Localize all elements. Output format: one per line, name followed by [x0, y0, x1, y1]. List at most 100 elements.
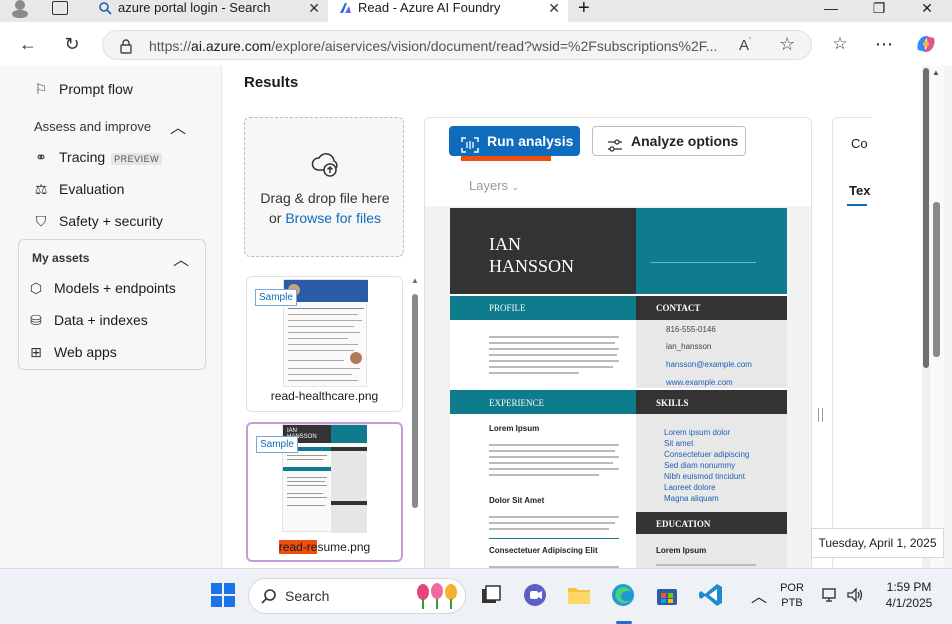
cloud-upload-icon [311, 150, 341, 180]
url-domain: ai.azure.com [191, 38, 272, 54]
favorite-star-icon[interactable]: ☆ [779, 34, 795, 55]
resume-header-teal [636, 208, 787, 294]
scrollbar-thumb[interactable] [412, 294, 418, 508]
close-icon[interactable]: ✕ [308, 0, 320, 16]
contact-website: www.example.com [666, 378, 733, 387]
more-menu-icon[interactable]: ⋯ [870, 30, 898, 58]
scrollbar-thumb[interactable] [923, 68, 929, 368]
windows-start-icon[interactable] [210, 582, 238, 610]
clock-date: 4/1/2025 [885, 596, 933, 610]
analyze-options-label: Analyze options [631, 133, 739, 149]
analysis-panel: Run analysis Analyze options Layers ⌄ IA… [424, 117, 812, 568]
scroll-up-icon[interactable]: ▲ [411, 276, 419, 285]
close-window-button[interactable]: ✕ [904, 0, 950, 20]
chat-app-icon[interactable] [522, 582, 550, 610]
text-line [489, 522, 615, 524]
page-scrollbar[interactable] [922, 66, 930, 568]
restore-button[interactable]: ❐ [856, 0, 902, 20]
scrollbar-thumb[interactable] [933, 202, 940, 357]
section-assess[interactable]: Assess and improve [34, 119, 151, 134]
divider-line [489, 538, 619, 539]
chevron-down-icon: ⌄ [511, 182, 520, 192]
contact-phone: 816-555-0146 [666, 325, 716, 334]
drop-text: Drag & drop file here [260, 190, 390, 206]
volume-icon[interactable] [846, 587, 864, 608]
edge-browser-icon[interactable] [610, 582, 638, 610]
chevron-up-icon[interactable]: ︿ [173, 246, 189, 270]
text-line [489, 360, 619, 362]
file-drop-zone[interactable]: Drag & drop file here or Browse for file… [244, 117, 404, 257]
store-app-icon[interactable] [654, 582, 682, 610]
text-line [489, 450, 615, 452]
text-line [489, 348, 619, 350]
page-content: ⚐ Prompt flow Assess and improve ︿ ⚭ Tra… [0, 66, 930, 568]
skill-item: Sed diam nonummy [664, 461, 736, 470]
result-details-panel: Co Tex [832, 117, 872, 568]
refresh-button[interactable]: ↻ [58, 30, 86, 58]
minimize-button[interactable]: — [808, 0, 854, 20]
language-indicator[interactable]: POR PTB [777, 581, 807, 611]
analyze-options-button[interactable]: Analyze options [592, 126, 746, 156]
browser-scrollbar[interactable]: ▲ [930, 66, 944, 568]
profile-heading: PROFILE [489, 303, 526, 313]
sample-file-name-text: read-resume.png [278, 540, 371, 554]
address-bar[interactable]: https://ai.azure.com/explore/aiservices/… [102, 30, 812, 60]
vscode-icon[interactable] [698, 582, 726, 610]
scroll-up-icon[interactable]: ▲ [932, 68, 940, 77]
resume-last-name: HANSSON [489, 256, 575, 276]
text-line [656, 564, 756, 566]
tulip-highlight-icon [413, 583, 461, 614]
text-line [489, 354, 617, 356]
section-my-assets[interactable]: My assets [32, 251, 89, 265]
task-view-icon[interactable] [478, 582, 506, 610]
tab-search-title: azure portal login - Search [118, 0, 271, 15]
clock-time: 1:59 PM [886, 580, 932, 594]
file-explorer-icon[interactable] [566, 582, 594, 610]
resume-first-name: IAN [489, 234, 521, 254]
tab-actions-icon[interactable] [52, 1, 68, 15]
url-path: /explore/aiservices/vision/document/read… [271, 38, 718, 54]
education-item: Lorem Ipsum [656, 546, 707, 555]
browser-tab-bar: azure portal login - Search ✕ Read - Azu… [0, 0, 952, 22]
system-clock[interactable]: 1:59 PM 4/1/2025 [876, 579, 942, 611]
show-hidden-icons-chevron[interactable]: ︿ [751, 583, 767, 607]
read-aloud-icon[interactable]: Aʼ [739, 36, 751, 54]
close-icon[interactable]: ✕ [548, 0, 560, 16]
text-line [489, 474, 599, 476]
layers-label: Layers [469, 178, 509, 193]
run-analysis-button[interactable]: Run analysis [449, 126, 580, 156]
new-tab-button[interactable]: + [578, 0, 590, 18]
sample-badge: Sample [255, 289, 297, 306]
sample-card-resume[interactable]: IAN HANSSON Sample read-resume.png [246, 422, 403, 562]
skill-item: Nibh euismod tincidunt [664, 472, 745, 481]
copilot-icon[interactable] [914, 32, 938, 56]
url-text[interactable]: https://ai.azure.com/explore/aiservices/… [149, 38, 729, 54]
database-icon: ⛁ [30, 312, 42, 328]
sample-file-name: read-healthcare.png [270, 389, 379, 403]
lock-icon[interactable] [119, 38, 133, 59]
profile-avatar-icon[interactable] [10, 0, 30, 18]
tab-content[interactable]: Co [851, 136, 868, 151]
thumbnail-scrollbar[interactable]: ▲ [410, 276, 420, 568]
tab-text[interactable]: Tex [849, 183, 870, 198]
network-icon[interactable] [822, 587, 838, 608]
chevron-up-icon[interactable]: ︿ [170, 114, 186, 138]
favorites-icon[interactable]: ☆ [826, 30, 854, 58]
layers-dropdown[interactable]: Layers ⌄ [469, 178, 519, 193]
profile-bar [450, 296, 636, 320]
panel-resize-handle[interactable] [818, 408, 823, 422]
back-button[interactable]: ← [14, 30, 42, 58]
language-code: POR [780, 582, 804, 594]
highlight-underline [461, 156, 551, 161]
sample-file-name: read-resume.png [248, 540, 401, 554]
document-viewer[interactable]: IAN HANSSON PROFILE CONTACT 816-555-0146… [425, 206, 811, 568]
browse-files-link[interactable]: Browse for files [285, 210, 381, 226]
tab-read-azure[interactable]: Read - Azure AI Foundry ✕ [328, 0, 568, 22]
sidebar-item-label: Prompt flow [59, 81, 133, 97]
text-line [489, 528, 609, 530]
sample-card-healthcare[interactable]: Sample read-healthcare.png [246, 276, 403, 412]
tab-search[interactable]: azure portal login - Search ✕ [88, 0, 328, 22]
taskbar-search[interactable]: Search [248, 578, 466, 614]
sidebar-item-label: Data + indexes [54, 312, 148, 328]
sidebar-item-label: Evaluation [59, 181, 125, 197]
